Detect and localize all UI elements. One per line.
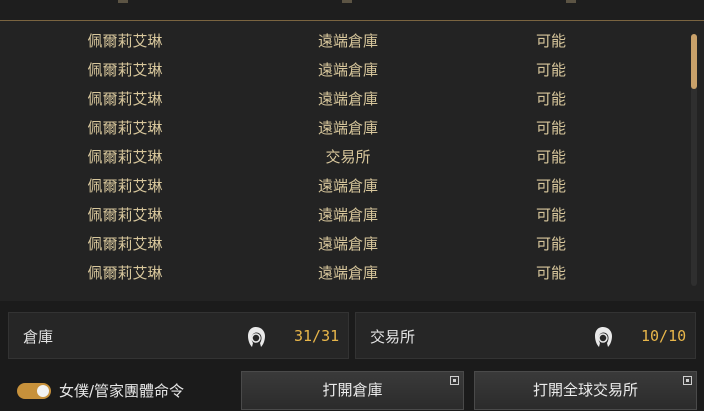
maid-name-cell: 佩爾莉艾琳 (87, 264, 163, 282)
open-global-exchange-label: 打開全球交易所 (532, 381, 638, 399)
header-fragment (342, 0, 352, 3)
location-cell: 遠端倉庫 (317, 264, 378, 282)
location-cell: 遠端倉庫 (317, 61, 378, 79)
status-cell: 可能 (535, 235, 566, 253)
status-cell: 可能 (535, 264, 566, 282)
table-row[interactable]: 佩爾莉艾琳 遠端倉庫 可能 (0, 172, 688, 201)
maid-head-icon (248, 327, 265, 347)
location-cell: 遠端倉庫 (317, 235, 378, 253)
maid-name-cell: 佩爾莉艾琳 (87, 206, 163, 224)
status-cell: 可能 (535, 177, 566, 195)
warehouse-label: 倉庫 (23, 328, 54, 346)
maid-name-cell: 佩爾莉艾琳 (87, 177, 163, 195)
status-cell: 可能 (535, 32, 566, 50)
column-header-strip (0, 0, 704, 20)
location-cell: 遠端倉庫 (317, 119, 378, 137)
status-cell: 可能 (535, 206, 566, 224)
location-cell: 遠端倉庫 (317, 177, 378, 195)
maid-head-icon (595, 327, 612, 347)
location-cell: 遠端倉庫 (317, 90, 378, 108)
table-row[interactable]: 佩爾莉艾琳 交易所 可能 (0, 143, 688, 172)
external-window-icon (450, 376, 459, 385)
location-cell: 遠端倉庫 (317, 32, 378, 50)
table-row[interactable]: 佩爾莉艾琳 遠端倉庫 可能 (0, 201, 688, 230)
open-global-exchange-button[interactable]: 打開全球交易所 (474, 371, 697, 410)
status-cell: 可能 (535, 90, 566, 108)
exchange-label: 交易所 (370, 328, 416, 346)
location-cell: 交易所 (325, 148, 371, 166)
exchange-count: 10/10 (641, 327, 687, 345)
location-cell: 遠端倉庫 (317, 206, 378, 224)
maid-name-cell: 佩爾莉艾琳 (87, 32, 163, 50)
group-command-label: 女僕/管家團體命令 (59, 382, 185, 400)
maid-name-cell: 佩爾莉艾琳 (87, 235, 163, 253)
maid-name-cell: 佩爾莉艾琳 (87, 119, 163, 137)
group-command-toggle[interactable] (17, 383, 51, 399)
maid-name-cell: 佩爾莉艾琳 (87, 61, 163, 79)
table-row[interactable]: 佩爾莉艾琳 遠端倉庫 可能 (0, 27, 688, 56)
open-warehouse-label: 打開倉庫 (322, 381, 383, 399)
header-fragment (566, 0, 576, 3)
maid-name-cell: 佩爾莉艾琳 (87, 90, 163, 108)
status-cell: 可能 (535, 119, 566, 137)
open-warehouse-button[interactable]: 打開倉庫 (241, 371, 464, 410)
table-row[interactable]: 佩爾莉艾琳 遠端倉庫 可能 (0, 259, 688, 288)
table-row[interactable]: 佩爾莉艾琳 遠端倉庫 可能 (0, 56, 688, 85)
table-row[interactable]: 佩爾莉艾琳 遠端倉庫 可能 (0, 85, 688, 114)
warehouse-summary: 倉庫 31/31 (8, 312, 349, 359)
warehouse-count: 31/31 (294, 327, 340, 345)
status-cell: 可能 (535, 148, 566, 166)
status-cell: 可能 (535, 61, 566, 79)
external-window-icon (683, 376, 692, 385)
toggle-knob[interactable] (37, 385, 49, 397)
table-row[interactable]: 佩爾莉艾琳 遠端倉庫 可能 (0, 114, 688, 143)
table-row[interactable]: 佩爾莉艾琳 遠端倉庫 可能 (0, 230, 688, 259)
header-fragment (118, 0, 128, 3)
exchange-summary: 交易所 10/10 (355, 312, 696, 359)
maid-name-cell: 佩爾莉艾琳 (87, 148, 163, 166)
scrollbar-thumb[interactable] (691, 34, 697, 89)
